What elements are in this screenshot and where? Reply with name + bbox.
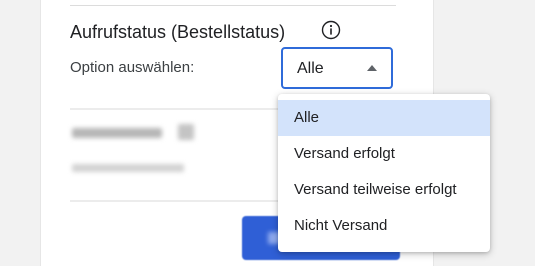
blurred-text bbox=[72, 128, 162, 138]
section-title: Aufrufstatus (Bestellstatus) bbox=[70, 22, 286, 42]
divider bbox=[70, 5, 396, 6]
option-versand-teilweise-erfolgt[interactable]: Versand teilweise erfolgt bbox=[278, 172, 490, 208]
status-dropdown-menu: Alle Versand erfolgt Versand teilweise e… bbox=[278, 94, 490, 252]
status-select[interactable]: Alle bbox=[281, 47, 393, 89]
info-icon[interactable] bbox=[321, 20, 341, 40]
option-versand-erfolgt[interactable]: Versand erfolgt bbox=[278, 136, 490, 172]
blurred-icon bbox=[178, 124, 194, 140]
blurred-text bbox=[72, 164, 184, 172]
caret-up-icon bbox=[367, 65, 377, 71]
select-value: Alle bbox=[297, 60, 324, 77]
option-nicht-versand[interactable]: Nicht Versand bbox=[278, 208, 490, 244]
option-alle[interactable]: Alle bbox=[278, 100, 490, 136]
blurred-card bbox=[70, 108, 282, 202]
option-label: Option auswählen: bbox=[70, 59, 195, 76]
